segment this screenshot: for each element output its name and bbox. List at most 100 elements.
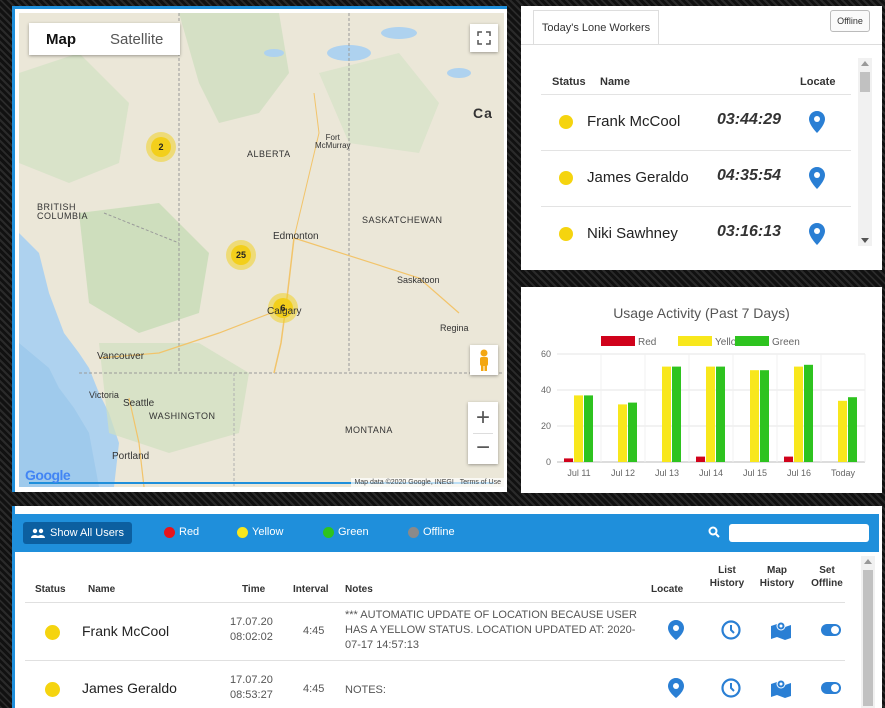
lone-worker-row: Niki Sawhney 03:16:13 [541, 206, 851, 262]
lone-workers-scrollbar[interactable] [858, 58, 872, 246]
users-icon [31, 528, 45, 538]
region-label-alberta: ALBERTA [247, 149, 291, 159]
y-tick-label: 60 [541, 349, 551, 359]
google-logo: Google [25, 467, 71, 483]
locate-pin-icon[interactable] [665, 677, 687, 699]
terms-link[interactable]: Terms of Use [460, 479, 501, 486]
bar-yellow [750, 370, 759, 462]
map-history-icon[interactable] [770, 619, 792, 641]
bar-yellow [794, 366, 803, 462]
col-locate: Locate [800, 76, 836, 88]
tab-todays-lone-workers[interactable]: Today's Lone Workers [533, 10, 659, 44]
col-notes: Notes [345, 584, 373, 595]
x-tick-label: Today [831, 468, 856, 478]
legend-swatch [601, 336, 635, 346]
green-dot-icon [323, 526, 334, 538]
clock-history-icon[interactable] [720, 619, 742, 641]
locate-pin-icon[interactable] [808, 111, 826, 133]
x-tick-label: Jul 14 [699, 468, 723, 478]
col-name: Name [600, 76, 630, 88]
region-label-saskatchewan: SASKATCHEWAN [362, 215, 443, 225]
map-type-map-button[interactable]: Map [29, 23, 93, 55]
region-label-montana: MONTANA [345, 425, 393, 435]
zoom-out-button[interactable]: − [476, 434, 490, 464]
user-date: 17.07.20 [230, 674, 273, 686]
col-status: Status [552, 76, 586, 88]
search-input[interactable] [729, 524, 869, 542]
pegman-icon [480, 349, 488, 371]
locate-pin-icon[interactable] [808, 167, 826, 189]
map-terrain [19, 13, 504, 487]
y-tick-label: 40 [541, 385, 551, 395]
lone-workers-header: Status Name Locate [541, 76, 851, 94]
street-view-button[interactable] [470, 345, 498, 375]
user-date: 17.07.20 [230, 616, 273, 628]
user-notes: NOTES: [345, 684, 386, 696]
scroll-down-arrow[interactable] [861, 238, 869, 243]
filter-red[interactable]: Red [164, 526, 199, 538]
user-clock: 08:53:27 [230, 689, 273, 701]
col-list-history: List History [709, 565, 745, 589]
worker-time: 03:44:29 [717, 111, 782, 128]
region-label-washington: WASHINGTON [149, 411, 216, 421]
col-locate: Locate [651, 584, 684, 595]
user-time: 17.07.20 08:53:27 [230, 673, 273, 703]
fullscreen-button[interactable] [470, 24, 498, 52]
city-label-seattle: Seattle [123, 398, 155, 409]
map-cluster-marker[interactable]: 2 [146, 132, 176, 162]
status-dot [559, 227, 573, 241]
bar-red [784, 456, 793, 462]
table-row: James Geraldo 17.07.20 08:53:27 4:45 NOTE… [25, 660, 845, 708]
status-dot [45, 625, 60, 640]
worker-name: James Geraldo [587, 169, 689, 186]
region-label-british-columbia: BRITISH COLUMBIA [37, 202, 89, 221]
user-name: James Geraldo [82, 680, 177, 696]
map-canvas[interactable]: Map Satellite + − 2 25 6 ALBERTA BRITISH… [19, 13, 504, 487]
locate-pin-icon[interactable] [665, 619, 687, 641]
show-all-users-button[interactable]: Show All Users [23, 522, 132, 544]
map-type-toggle: Map Satellite [29, 23, 181, 55]
city-label-vancouver: Vancouver [97, 351, 145, 362]
users-table-scrollbar[interactable] [861, 556, 875, 708]
user-interval: 4:45 [303, 625, 325, 637]
clock-history-icon[interactable] [720, 677, 742, 699]
map-type-satellite-button[interactable]: Satellite [93, 23, 180, 55]
user-clock: 08:02:02 [230, 631, 273, 643]
lone-workers-panel: Today's Lone Workers Offline Status Name… [521, 6, 882, 270]
bar-green [716, 366, 725, 462]
filter-yellow[interactable]: Yellow [237, 526, 283, 538]
status-dot [45, 682, 60, 697]
offline-button[interactable]: Offline [830, 10, 870, 32]
scroll-thumb[interactable] [860, 72, 870, 92]
map-cluster-marker[interactable]: 25 [226, 240, 256, 270]
legend-swatch [735, 336, 769, 346]
city-label-calgary: Calgary [267, 306, 302, 317]
col-status: Status [35, 584, 66, 595]
locate-pin-icon[interactable] [808, 223, 826, 245]
filter-offline[interactable]: Offline [408, 526, 455, 538]
filter-green[interactable]: Green [323, 526, 369, 538]
bar-yellow [706, 366, 715, 462]
bar-yellow [574, 395, 583, 462]
zoom-in-button[interactable]: + [476, 402, 490, 433]
x-tick-label: Jul 15 [743, 468, 767, 478]
table-toolbar: Show All Users Red Yellow Green Offline [15, 514, 879, 552]
x-tick-label: Jul 12 [611, 468, 635, 478]
worker-time: 04:35:54 [717, 167, 782, 184]
bar-green [584, 395, 593, 462]
user-interval: 4:45 [303, 683, 325, 695]
toggle-icon[interactable] [820, 619, 842, 641]
lone-worker-row: James Geraldo 04:35:54 [541, 150, 851, 206]
scroll-up-arrow[interactable] [861, 61, 869, 66]
users-table-panel: Show All Users Red Yellow Green Offline … [12, 506, 882, 708]
col-name: Name [88, 584, 116, 595]
bar-green [760, 370, 769, 462]
map-history-icon[interactable] [770, 677, 792, 699]
scroll-up-arrow[interactable] [864, 559, 872, 564]
filter-label: Red [179, 526, 200, 538]
col-time: Time [242, 584, 266, 595]
google-logo-text: Google [25, 467, 71, 483]
scroll-thumb[interactable] [863, 570, 873, 706]
toggle-icon[interactable] [820, 677, 842, 699]
red-dot-icon [164, 526, 175, 538]
